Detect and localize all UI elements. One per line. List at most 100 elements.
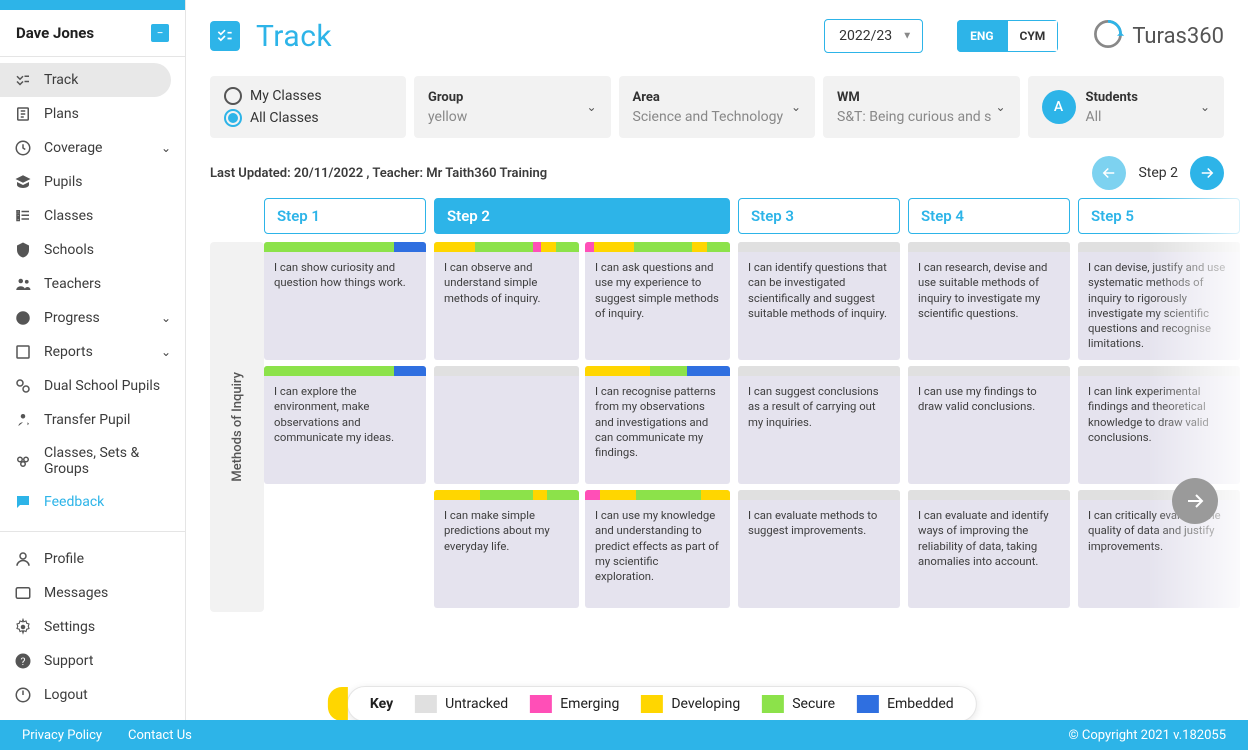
legend-item: Untracked <box>415 695 508 713</box>
nav-item-reports[interactable]: Reports ⌄ <box>0 335 185 369</box>
cell-text: I can devise, justify and use systematic… <box>1078 252 1240 360</box>
sidebar: Dave Jones − Track Plans Coverage ⌄ Pupi… <box>0 0 186 720</box>
tracking-cell[interactable]: I can observe and understand simple meth… <box>434 242 579 360</box>
nav-item-feedback[interactable]: Feedback <box>0 485 185 519</box>
cell-text: I can make simple predictions about my e… <box>434 500 579 562</box>
filter-area[interactable]: Area Science and Technology ⌄ <box>619 76 816 138</box>
nav-item-track[interactable]: Track <box>0 63 171 97</box>
nav-label: Messages <box>44 585 108 601</box>
footer-privacy-link[interactable]: Privacy Policy <box>22 728 102 743</box>
nav-main: Track Plans Coverage ⌄ Pupils Classes <box>0 57 185 527</box>
step-next-button[interactable] <box>1190 156 1224 190</box>
tracking-cell[interactable]: I can recognise patterns from my observa… <box>585 366 730 484</box>
legend-swatch <box>762 695 784 713</box>
lang-cym-button[interactable]: CYM <box>1007 20 1059 52</box>
tracking-cell[interactable]: I can use my findings to draw valid conc… <box>908 366 1070 484</box>
cell-text: I can evaluate and identify ways of impr… <box>908 500 1070 577</box>
radio-all-classes[interactable]: All Classes <box>224 109 322 127</box>
tracking-cell[interactable] <box>434 366 579 484</box>
legend-label: Untracked <box>445 696 508 712</box>
step-header[interactable]: Step 3 <box>738 198 900 234</box>
nav-label: Coverage <box>44 140 102 156</box>
filter-value: S&T: Being curious and s <box>837 109 991 125</box>
filter-value: yellow <box>428 109 467 125</box>
nav-item-plans[interactable]: Plans <box>0 97 185 131</box>
legend-item: Secure <box>762 695 835 713</box>
nav-item-pupils[interactable]: Pupils <box>0 165 185 199</box>
reports-icon <box>14 343 32 361</box>
lang-eng-button[interactable]: ENG <box>957 20 1006 52</box>
legend-key-label: Key <box>370 696 393 712</box>
nav-item-csg[interactable]: Classes, Sets & Groups <box>0 437 185 485</box>
tracking-cell[interactable]: I can ask questions and use my experienc… <box>585 242 730 360</box>
radio-label: All Classes <box>250 110 319 126</box>
legend-label: Developing <box>671 696 740 712</box>
nav-item-settings[interactable]: Settings <box>0 610 185 644</box>
legend-swatch <box>530 695 552 713</box>
cell-text: I can research, devise and use suitable … <box>908 252 1070 329</box>
step-header[interactable]: Step 1 <box>264 198 426 234</box>
tracking-cell[interactable]: I can link experimental findings and the… <box>1078 366 1240 484</box>
footer-contact-link[interactable]: Contact Us <box>128 728 192 743</box>
nav-label: Schools <box>44 242 94 258</box>
step-header[interactable]: Step 2 <box>434 198 730 234</box>
nav-item-transfer[interactable]: Transfer Pupil <box>0 403 185 437</box>
tracking-cell[interactable]: I can make simple predictions about my e… <box>434 490 579 608</box>
classes-icon <box>14 207 32 225</box>
filter-students[interactable]: A Students All ⌄ <box>1028 76 1225 138</box>
nav-label: Profile <box>44 551 84 567</box>
legend-item: Developing <box>641 695 740 713</box>
year-select[interactable]: 2022/23 ▼ <box>824 19 923 53</box>
radio-my-classes[interactable]: My Classes <box>224 87 322 105</box>
language-toggle: ENG CYM <box>957 20 1058 52</box>
sidebar-collapse-button[interactable]: − <box>151 24 169 42</box>
tracking-cell[interactable]: I can explore the environment, make obse… <box>264 366 426 484</box>
nav-item-profile[interactable]: Profile <box>0 542 185 576</box>
tracking-cell[interactable]: I can use my knowledge and understanding… <box>585 490 730 608</box>
tracking-cell[interactable]: I can identify questions that can be inv… <box>738 242 900 360</box>
progress-icon <box>14 309 32 327</box>
students-avatar: A <box>1042 90 1076 124</box>
nav-item-support[interactable]: ?Support <box>0 644 185 678</box>
nav-label: Classes <box>44 208 93 224</box>
step-nav-row: Last Updated: 20/11/2022 , Teacher: Mr T… <box>186 138 1248 198</box>
chevron-down-icon: ▼ <box>902 31 912 42</box>
settings-icon <box>14 618 32 636</box>
step-header[interactable]: Step 5 <box>1078 198 1240 234</box>
nav-item-progress[interactable]: Progress ⌄ <box>0 301 185 335</box>
dual-icon <box>14 377 32 395</box>
filter-group[interactable]: Group yellow ⌄ <box>414 76 611 138</box>
nav-item-coverage[interactable]: Coverage ⌄ <box>0 131 185 165</box>
filter-value: All <box>1086 109 1138 125</box>
tracking-cell[interactable]: I can suggest conclusions as a result of… <box>738 366 900 484</box>
csg-icon <box>14 452 32 470</box>
filter-label: Students <box>1086 90 1138 105</box>
tracking-cell[interactable]: I can evaluate and identify ways of impr… <box>908 490 1070 608</box>
legend-swatch <box>641 695 663 713</box>
nav-item-logout[interactable]: Logout <box>0 678 185 712</box>
chevron-down-icon: ⌄ <box>1200 100 1210 114</box>
legend-swatch <box>857 695 879 713</box>
step-header[interactable]: Step 4 <box>908 198 1070 234</box>
cell-text: I can ask questions and use my experienc… <box>585 252 730 329</box>
nav-item-messages[interactable]: Messages <box>0 576 185 610</box>
tracking-cell[interactable]: I can devise, justify and use systematic… <box>1078 242 1240 360</box>
nav-item-schools[interactable]: Schools <box>0 233 185 267</box>
tracking-cell[interactable]: I can show curiosity and question how th… <box>264 242 426 360</box>
schools-icon <box>14 241 32 259</box>
filter-wm[interactable]: WM S&T: Being curious and s ⌄ <box>823 76 1020 138</box>
step-current-label: Step 2 <box>1138 165 1178 181</box>
step-prev-button[interactable] <box>1092 156 1126 190</box>
filter-label: WM <box>837 90 991 105</box>
page-title-icon <box>210 21 240 51</box>
tracking-cell[interactable]: I can evaluate methods to suggest improv… <box>738 490 900 608</box>
legend-strip <box>328 687 348 721</box>
nav-item-dual[interactable]: Dual School Pupils <box>0 369 185 403</box>
nav-label: Progress <box>44 310 100 326</box>
nav-label: Teachers <box>44 276 101 292</box>
nav-item-teachers[interactable]: Teachers <box>0 267 185 301</box>
grid-scroll-right-button[interactable] <box>1172 478 1218 524</box>
tracking-cell[interactable]: I can research, devise and use suitable … <box>908 242 1070 360</box>
nav-item-classes[interactable]: Classes <box>0 199 185 233</box>
legend-label: Emerging <box>560 696 619 712</box>
